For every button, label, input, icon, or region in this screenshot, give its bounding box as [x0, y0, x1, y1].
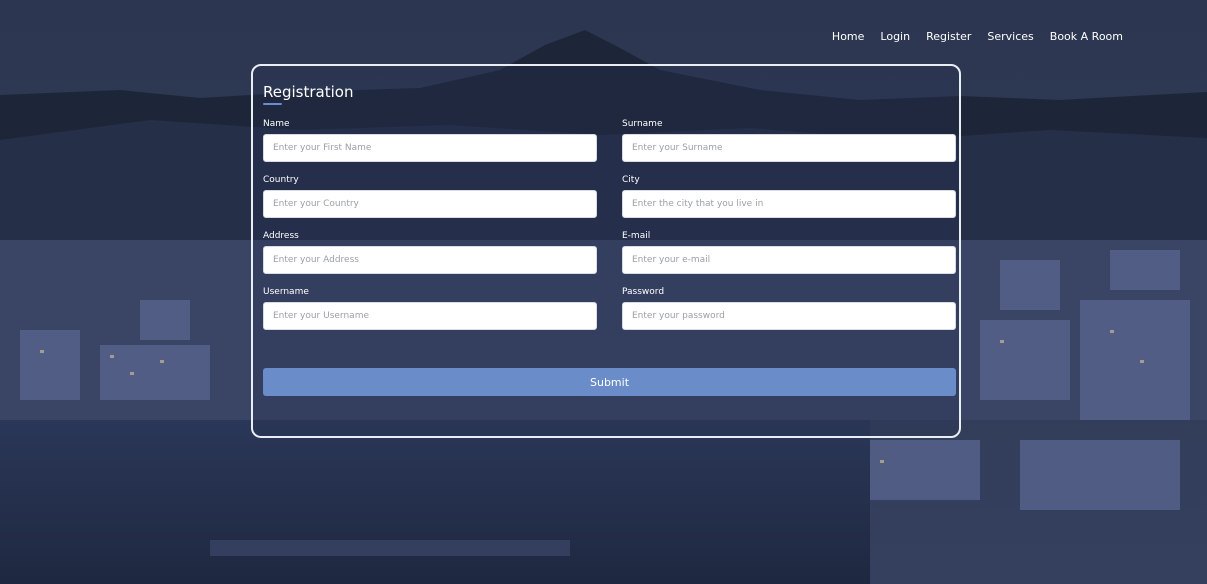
email-input[interactable]	[622, 246, 956, 274]
email-field-group: E-mail	[622, 230, 956, 274]
surname-field-group: Surname	[622, 118, 956, 162]
top-nav: Home Login Register Services Book A Room	[824, 30, 1131, 43]
name-label: Name	[263, 119, 290, 129]
email-label: E-mail	[622, 231, 651, 241]
city-field-group: City	[622, 174, 956, 218]
password-input[interactable]	[622, 302, 956, 330]
city-label: City	[622, 175, 640, 185]
address-label: Address	[263, 231, 299, 241]
name-input[interactable]	[263, 134, 597, 162]
username-input[interactable]	[263, 302, 597, 330]
username-label: Username	[263, 287, 309, 297]
country-label: Country	[263, 175, 299, 185]
registration-form: Registration Name Surname Country City A…	[251, 64, 961, 438]
nav-book-a-room[interactable]: Book A Room	[1042, 30, 1131, 43]
country-input[interactable]	[263, 190, 597, 218]
surname-label: Surname	[622, 119, 663, 129]
submit-button[interactable]: Submit	[263, 368, 956, 396]
nav-home[interactable]: Home	[824, 30, 872, 43]
form-title: Registration	[263, 83, 354, 101]
surname-input[interactable]	[622, 134, 956, 162]
username-field-group: Username	[263, 286, 597, 330]
password-field-group: Password	[622, 286, 956, 330]
city-input[interactable]	[622, 190, 956, 218]
password-label: Password	[622, 287, 665, 297]
nav-register[interactable]: Register	[918, 30, 979, 43]
name-field-group: Name	[263, 118, 597, 162]
nav-services[interactable]: Services	[979, 30, 1041, 43]
nav-login[interactable]: Login	[872, 30, 918, 43]
address-field-group: Address	[263, 230, 597, 274]
page-background: Home Login Register Services Book A Room…	[0, 0, 1207, 584]
country-field-group: Country	[263, 174, 597, 218]
title-underline	[263, 103, 282, 105]
address-input[interactable]	[263, 246, 597, 274]
